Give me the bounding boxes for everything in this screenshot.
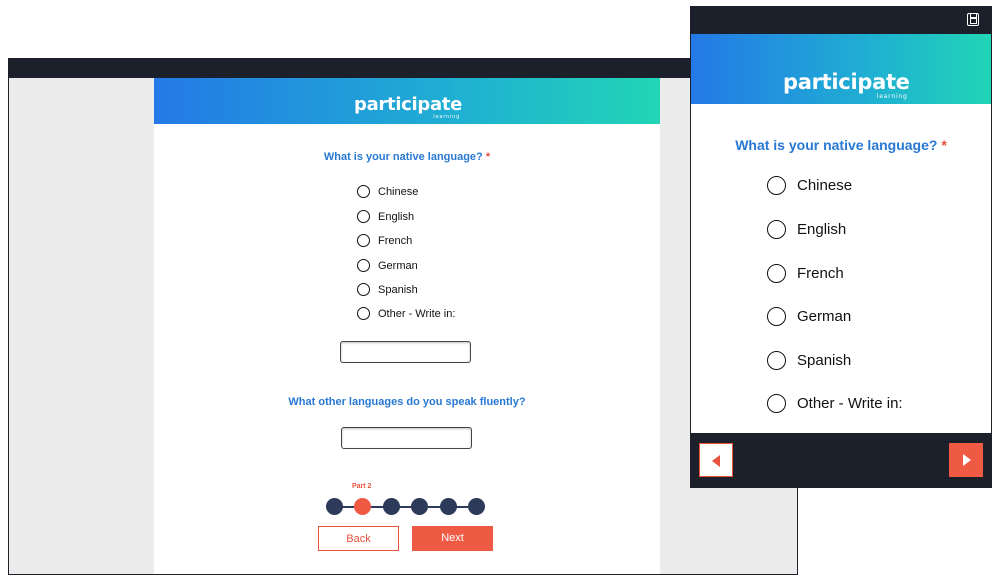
option-other[interactable]: Other - Write in: xyxy=(767,394,903,413)
progress-current-label: Part 2 xyxy=(352,483,372,490)
option-french[interactable]: French xyxy=(767,264,844,283)
mobile-top-bar xyxy=(691,7,991,34)
progress-step xyxy=(440,498,457,515)
participate-logo: participate learning xyxy=(783,70,910,100)
progress-step xyxy=(326,498,343,515)
forward-button[interactable] xyxy=(949,443,983,477)
logo-text: participate xyxy=(783,70,910,94)
option-label: English xyxy=(797,221,847,238)
option-chinese[interactable]: Chinese xyxy=(357,185,418,198)
radio-button[interactable] xyxy=(357,307,370,320)
question-native-language: What is your native language? * xyxy=(154,151,660,163)
option-label: Spanish xyxy=(797,352,852,369)
required-mark: * xyxy=(485,151,491,163)
progress-indicator: Part 2 xyxy=(324,483,485,523)
option-other[interactable]: Other - Write in: xyxy=(357,307,455,320)
radio-button[interactable] xyxy=(357,259,370,272)
desktop-window: participate learning What is your native… xyxy=(8,58,798,575)
question-text: What is your native language? xyxy=(323,151,483,163)
radio-button[interactable] xyxy=(357,185,370,198)
option-label: Other - Write in: xyxy=(797,395,903,412)
option-label: German xyxy=(378,259,418,272)
option-label: Spanish xyxy=(378,283,418,296)
option-spanish[interactable]: Spanish xyxy=(357,283,418,296)
radio-button[interactable] xyxy=(767,351,786,370)
progress-step xyxy=(411,498,428,515)
progress-step xyxy=(383,498,400,515)
radio-button[interactable] xyxy=(767,394,786,413)
chevron-right-icon xyxy=(963,454,971,466)
option-label: English xyxy=(378,210,415,223)
participate-logo: participate learning xyxy=(354,94,463,120)
option-english[interactable]: English xyxy=(767,220,846,239)
option-french[interactable]: French xyxy=(357,234,412,247)
logo-subtext: learning xyxy=(876,93,908,100)
mobile-window: participate learning What is your native… xyxy=(690,6,992,488)
option-german[interactable]: German xyxy=(767,307,851,326)
radio-button[interactable] xyxy=(357,234,370,247)
option-label: Other - Write in: xyxy=(378,307,456,320)
logo-text: participate xyxy=(354,94,463,115)
option-label: French xyxy=(797,265,844,282)
radio-button[interactable] xyxy=(357,210,370,223)
option-chinese[interactable]: Chinese xyxy=(767,176,852,195)
write-in-input[interactable] xyxy=(340,341,471,363)
option-label: Chinese xyxy=(378,185,419,198)
header-banner: participate learning xyxy=(691,34,991,104)
option-label: French xyxy=(378,234,413,247)
question-text: What other languages do you speak fluent… xyxy=(288,396,526,408)
radio-button[interactable] xyxy=(767,220,786,239)
option-label: German xyxy=(797,308,852,325)
option-german[interactable]: German xyxy=(357,259,418,272)
question-text: What is your native language? xyxy=(735,137,938,153)
mobile-bottom-bar xyxy=(691,433,991,487)
save-icon[interactable] xyxy=(967,13,979,26)
option-label: Chinese xyxy=(797,177,853,194)
progress-step-current xyxy=(354,498,371,515)
survey-content: participate learning What is your native… xyxy=(154,78,660,574)
next-button[interactable]: Next xyxy=(412,526,493,551)
radio-button[interactable] xyxy=(767,176,786,195)
option-english[interactable]: English xyxy=(357,210,414,223)
option-spanish[interactable]: Spanish xyxy=(767,351,851,370)
desktop-top-bar xyxy=(9,59,797,78)
radio-button[interactable] xyxy=(767,307,786,326)
previous-button[interactable] xyxy=(699,443,733,477)
header-banner: participate learning xyxy=(154,78,660,124)
question-other-languages: What other languages do you speak fluent… xyxy=(154,396,660,408)
question-native-language: What is your native language? * xyxy=(691,137,991,153)
radio-button[interactable] xyxy=(357,283,370,296)
chevron-left-icon xyxy=(712,455,720,467)
radio-button[interactable] xyxy=(767,264,786,283)
back-button[interactable]: Back xyxy=(318,526,399,551)
logo-subtext: learning xyxy=(433,114,461,120)
required-mark: * xyxy=(941,137,947,153)
progress-step xyxy=(468,498,485,515)
other-languages-input[interactable] xyxy=(341,427,472,449)
